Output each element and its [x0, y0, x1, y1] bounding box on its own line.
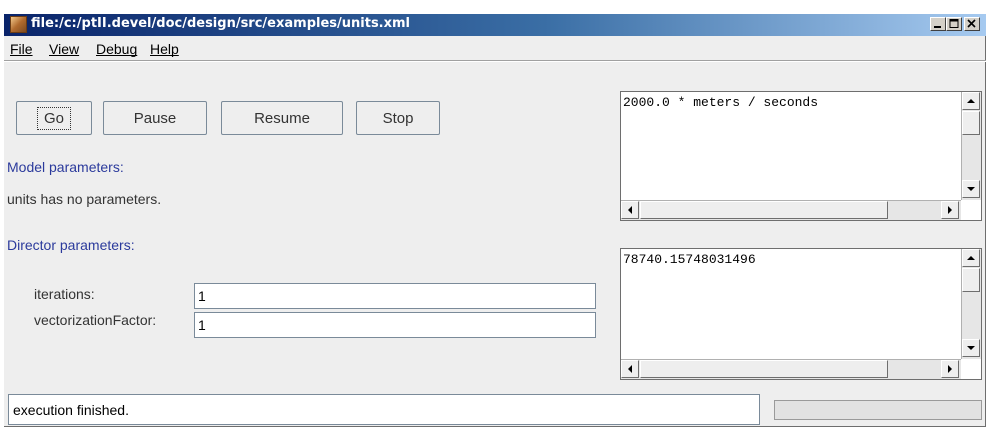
stop-button[interactable]: Stop — [356, 101, 440, 135]
pause-button[interactable]: Pause — [103, 101, 207, 135]
arrow-down-icon — [967, 346, 975, 350]
menu-debug[interactable]: Debug — [96, 41, 137, 57]
arrow-left-icon — [628, 365, 632, 373]
ptolemy-app-icon[interactable] — [10, 16, 27, 33]
close-button[interactable] — [964, 17, 980, 31]
resume-button[interactable]: Resume — [221, 101, 343, 135]
maximize-button[interactable] — [946, 17, 962, 31]
application-window: file:/c:/ptII.devel/doc/design/src/examp… — [4, 14, 986, 427]
go-button[interactable]: Go — [16, 101, 92, 135]
display-text-1: 2000.0 * meters / seconds — [623, 95, 819, 110]
arrow-up-icon — [967, 99, 975, 103]
display-1-scroll-right[interactable] — [941, 201, 959, 219]
stop-button-label: Stop — [382, 109, 414, 127]
display-1-horizontal-scrollbar[interactable] — [621, 200, 961, 220]
display-text-2: 78740.15748031496 — [623, 252, 756, 267]
display-1-scroll-down[interactable] — [962, 180, 980, 198]
vectorization-factor-label: vectorizationFactor: — [34, 312, 157, 328]
display-2-horizontal-thumb[interactable] — [640, 360, 888, 378]
display-2-scroll-up[interactable] — [962, 249, 980, 267]
menu-separator — [4, 60, 986, 62]
minimize-button[interactable] — [930, 17, 946, 31]
display-2-scroll-right[interactable] — [941, 360, 959, 378]
pause-button-label: Pause — [133, 109, 177, 127]
director-parameters-heading: Director parameters: — [7, 237, 135, 253]
model-parameters-heading: Model parameters: — [7, 159, 124, 175]
display-2-vertical-thumb[interactable] — [962, 268, 980, 292]
arrow-right-icon — [948, 206, 952, 214]
display-1-scroll-left[interactable] — [621, 201, 639, 219]
display-area-2[interactable]: 78740.15748031496 — [620, 248, 982, 380]
menu-help[interactable]: Help — [150, 41, 179, 57]
arrow-right-icon — [948, 365, 952, 373]
display-2-scroll-down[interactable] — [962, 339, 980, 357]
status-text: execution finished. — [8, 394, 760, 425]
display-2-vertical-scrollbar[interactable] — [961, 249, 981, 359]
display-2-horizontal-scrollbar[interactable] — [621, 359, 961, 379]
menu-file[interactable]: File — [10, 41, 33, 57]
title-bar[interactable]: file:/c:/ptII.devel/doc/design/src/examp… — [4, 14, 986, 36]
display-1-scroll-up[interactable] — [962, 92, 980, 110]
go-button-label: Go — [36, 106, 71, 130]
arrow-up-icon — [967, 256, 975, 260]
display-1-vertical-thumb[interactable] — [962, 111, 980, 135]
menu-view[interactable]: View — [49, 41, 79, 57]
display-2-scroll-left[interactable] — [621, 360, 639, 378]
display-1-horizontal-thumb[interactable] — [640, 201, 888, 219]
iterations-label: iterations: — [34, 286, 95, 302]
arrow-down-icon — [967, 187, 975, 191]
display-1-vertical-scrollbar[interactable] — [961, 92, 981, 200]
close-icon — [967, 19, 976, 28]
resume-button-label: Resume — [254, 109, 310, 127]
arrow-left-icon — [628, 206, 632, 214]
model-parameters-note: units has no parameters. — [7, 191, 162, 207]
maximize-icon — [949, 19, 959, 28]
minimize-icon — [934, 26, 941, 28]
vectorization-factor-field[interactable]: 1 — [194, 312, 596, 338]
iterations-field[interactable]: 1 — [194, 283, 596, 309]
window-title: file:/c:/ptII.devel/doc/design/src/examp… — [31, 16, 411, 31]
menu-bar: File View Debug Help — [4, 38, 986, 60]
display-area-1[interactable]: 2000.0 * meters / seconds — [620, 91, 982, 221]
progress-bar — [774, 400, 982, 420]
